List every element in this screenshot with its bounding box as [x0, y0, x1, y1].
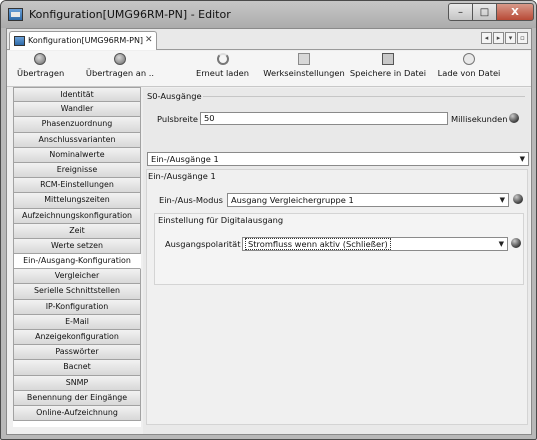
- editor-window: Konfiguration[UMG96RM-PN] - Editor – □ X…: [0, 0, 537, 440]
- save-file-label: Speichere in Datei: [349, 68, 427, 78]
- tab-right-icon[interactable]: ▸: [493, 32, 504, 44]
- chevron-down-icon: ▼: [499, 196, 505, 204]
- app-icon: [8, 8, 23, 21]
- window-title: Konfiguration[UMG96RM-PN] - Editor: [29, 8, 231, 21]
- chevron-down-icon: ▼: [519, 155, 525, 163]
- sidebar-item-vergleicher[interactable]: Vergleicher: [13, 269, 141, 285]
- transfer-to-label: Übertragen an ..: [85, 68, 155, 78]
- factory-settings-button[interactable]: Werkseinstellungen: [262, 53, 346, 78]
- transfer-label: Übertragen: [17, 68, 65, 78]
- sidebar-item-identität[interactable]: Identität: [13, 87, 141, 103]
- io-mode-select[interactable]: Ausgang Vergleichergruppe 1 ▼: [227, 193, 509, 207]
- io-mode-label: Ein-/Aus-Modus: [159, 195, 223, 205]
- maximize-button[interactable]: □: [472, 3, 497, 21]
- sidebar-item-anschlussvarianten[interactable]: Anschlussvarianten: [13, 132, 141, 148]
- digital-output-header: Einstellung für Digitalausgang: [158, 215, 284, 225]
- transfer-icon: [33, 53, 46, 65]
- transfer-to-icon: [114, 53, 126, 65]
- sidebar-item-serielle-schnittstellen[interactable]: Serielle Schnittstellen: [13, 284, 141, 300]
- reload-label: Erneut laden: [195, 68, 250, 78]
- main-panel: S0-Ausgänge Pulsbreite 50 Millisekunden …: [143, 88, 530, 434]
- tab-konfiguration[interactable]: Konfiguration[UMG96RM-PN] ✕: [9, 31, 157, 50]
- s0-divider: [203, 96, 525, 97]
- load-icon: [463, 53, 475, 65]
- sidebar-item-online-aufzeichnung[interactable]: Online-Aufzeichnung: [13, 405, 141, 422]
- io-group-select[interactable]: Ein-/Ausgänge 1 ▼: [147, 152, 529, 166]
- digital-output-panel: Einstellung für Digitalausgang Ausgangsp…: [154, 213, 524, 285]
- title-bar[interactable]: Konfiguration[UMG96RM-PN] - Editor – □ X: [1, 1, 536, 28]
- editor-frame: Konfiguration[UMG96RM-PN] ✕ ◂ ▸ ▾ ▫ Über…: [6, 28, 532, 435]
- sidebar-item-ip-konfiguration[interactable]: IP-Konfiguration: [13, 299, 141, 315]
- tab-nav-buttons: ◂ ▸ ▾ ▫: [481, 32, 528, 44]
- reload-icon: [216, 53, 229, 65]
- tab-label: Konfiguration[UMG96RM-PN]: [28, 36, 144, 45]
- polarity-select[interactable]: Stromfluss wenn aktiv (Schließer) ▼: [242, 237, 508, 251]
- sidebar-item-bacnet[interactable]: Bacnet: [13, 360, 141, 376]
- unit-label: Millisekunden: [451, 114, 508, 124]
- sidebar-item-ein-ausgang-konfiguration[interactable]: Ein-/Ausgang-Konfiguration: [13, 254, 141, 270]
- device-icon: [14, 36, 25, 46]
- sidebar-item-ereignisse[interactable]: Ereignisse: [13, 162, 141, 179]
- status-led-icon: [511, 238, 521, 248]
- sidebar-item-werte-setzen[interactable]: Werte setzen: [13, 238, 141, 255]
- save-icon: [382, 53, 394, 65]
- close-button[interactable]: X: [496, 3, 534, 21]
- toolbar: Übertragen Übertragen an .. Erneut laden…: [7, 51, 531, 87]
- tab-close-icon[interactable]: ✕: [145, 35, 153, 45]
- tab-left-icon[interactable]: ◂: [481, 32, 492, 44]
- io-group-select-value: Ein-/Ausgänge 1: [151, 154, 219, 164]
- status-led-icon: [513, 194, 523, 204]
- load-file-label: Lade von Datei: [437, 68, 501, 78]
- sidebar-item-zeit[interactable]: Zeit: [13, 223, 141, 239]
- load-file-button[interactable]: Lade von Datei: [437, 53, 501, 78]
- sidebar-item-snmp[interactable]: SNMP: [13, 375, 141, 391]
- tab-restore-icon[interactable]: ▫: [517, 32, 528, 44]
- polarity-select-value: Stromfluss wenn aktiv (Schließer): [245, 238, 391, 250]
- sidebar-item-nominalwerte[interactable]: Nominalwerte: [13, 147, 141, 163]
- factory-settings-label: Werkseinstellungen: [263, 68, 345, 78]
- chevron-down-icon: ▼: [498, 240, 504, 248]
- io-group-panel: Ein-/Ausgänge 1 Ein-/Aus-Modus Ausgang V…: [146, 169, 528, 425]
- sidebar-item-aufzeichnungskonfiguration[interactable]: Aufzeichnungskonfiguration: [13, 208, 141, 224]
- tab-bar: Konfiguration[UMG96RM-PN] ✕ ◂ ▸ ▾ ▫: [7, 29, 531, 50]
- transfer-button[interactable]: Übertragen: [17, 53, 65, 78]
- polarity-label: Ausgangspolarität: [165, 239, 241, 249]
- io-mode-select-value: Ausgang Vergleichergruppe 1: [231, 195, 354, 205]
- io-group-header: Ein-/Ausgänge 1: [148, 171, 216, 181]
- minimize-button[interactable]: –: [448, 3, 473, 21]
- sidebar-item-phasenzuordnung[interactable]: Phasenzuordnung: [13, 117, 141, 133]
- status-led-icon: [509, 113, 519, 123]
- sidebar-item-anzeigekonfiguration[interactable]: Anzeigekonfiguration: [13, 330, 141, 346]
- pulse-width-label: Pulsbreite: [157, 114, 199, 124]
- sidebar-item-e-mail[interactable]: E-Mail: [13, 314, 141, 330]
- sidebar-item-mittelungszeiten[interactable]: Mittelungszeiten: [13, 193, 141, 209]
- sidebar-item-passwörter[interactable]: Passwörter: [13, 345, 141, 361]
- config-sidebar: Identität Wandler Phasenzuordnung Anschluss…: [13, 87, 141, 427]
- sidebar-item-benennung-der-eingänge[interactable]: Benennung der Eingänge: [13, 390, 141, 406]
- tab-menu-icon[interactable]: ▾: [505, 32, 516, 44]
- pulse-width-input[interactable]: 50: [200, 112, 448, 125]
- s0-header: S0-Ausgänge: [147, 91, 202, 101]
- sidebar-item-wandler[interactable]: Wandler: [13, 102, 141, 118]
- sidebar-item-rcm-einstellungen[interactable]: RCM-Einstellungen: [13, 178, 141, 194]
- save-file-button[interactable]: Speichere in Datei: [347, 53, 429, 78]
- factory-settings-icon: [298, 53, 310, 65]
- reload-button[interactable]: Erneut laden: [195, 53, 250, 78]
- transfer-to-button[interactable]: Übertragen an ..: [81, 53, 159, 78]
